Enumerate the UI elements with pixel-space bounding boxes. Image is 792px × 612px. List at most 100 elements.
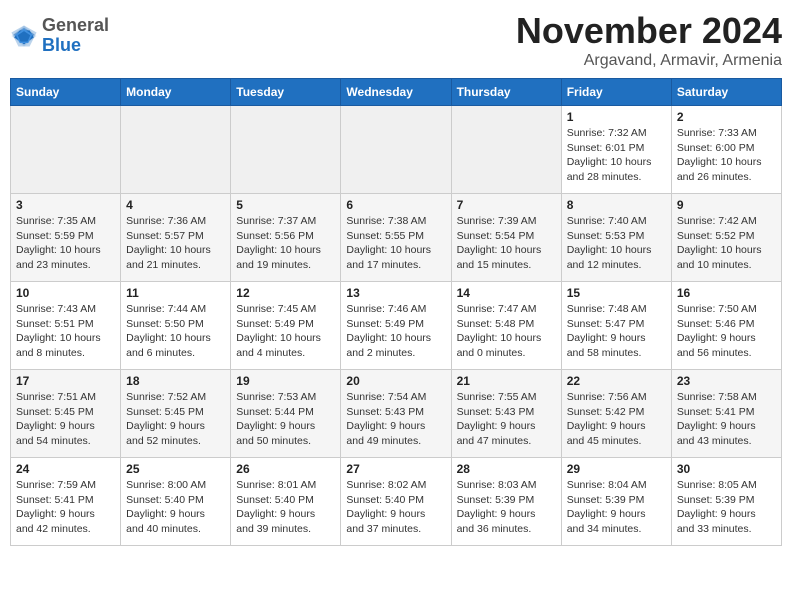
calendar-body: 1Sunrise: 7:32 AM Sunset: 6:01 PM Daylig… bbox=[11, 106, 782, 546]
calendar-cell bbox=[231, 106, 341, 194]
calendar-cell bbox=[451, 106, 561, 194]
day-info: Sunrise: 7:53 AM Sunset: 5:44 PM Dayligh… bbox=[236, 390, 335, 449]
day-info: Sunrise: 7:58 AM Sunset: 5:41 PM Dayligh… bbox=[677, 390, 776, 449]
day-info: Sunrise: 7:51 AM Sunset: 5:45 PM Dayligh… bbox=[16, 390, 115, 449]
calendar-cell: 17Sunrise: 7:51 AM Sunset: 5:45 PM Dayli… bbox=[11, 370, 121, 458]
day-info: Sunrise: 8:00 AM Sunset: 5:40 PM Dayligh… bbox=[126, 478, 225, 537]
weekday-header-wednesday: Wednesday bbox=[341, 79, 451, 106]
day-info: Sunrise: 8:03 AM Sunset: 5:39 PM Dayligh… bbox=[457, 478, 556, 537]
day-number: 19 bbox=[236, 374, 335, 388]
calendar-week-1: 1Sunrise: 7:32 AM Sunset: 6:01 PM Daylig… bbox=[11, 106, 782, 194]
day-number: 24 bbox=[16, 462, 115, 476]
calendar-table: SundayMondayTuesdayWednesdayThursdayFrid… bbox=[10, 78, 782, 546]
calendar-week-5: 24 Sunrise: 7:59 AM Sunset: 5:41 PM Dayli… bbox=[11, 458, 782, 546]
day-info: Sunrise: 8:01 AM Sunset: 5:40 PM Dayligh… bbox=[236, 478, 335, 537]
logo-text: General Blue bbox=[42, 16, 109, 56]
calendar-cell: 18 Sunrise: 7:52 AM Sunset: 5:45 PM Dayli… bbox=[121, 370, 231, 458]
calendar-cell: 11 Sunrise: 7:44 AM Sunset: 5:50 PM Dayli… bbox=[121, 282, 231, 370]
day-number: 25 bbox=[126, 462, 225, 476]
calendar-subtitle: Argavand, Armavir, Armenia bbox=[516, 52, 782, 70]
day-info: Sunrise: 7:35 AM Sunset: 5:59 PM Dayligh… bbox=[16, 214, 115, 273]
day-info: Sunrise: 7:47 AM Sunset: 5:48 PM Dayligh… bbox=[457, 302, 556, 361]
weekday-header-friday: Friday bbox=[561, 79, 671, 106]
day-info: Sunrise: 7:48 AM Sunset: 5:47 PM Dayligh… bbox=[567, 302, 666, 361]
day-info: Sunrise: 7:52 AM Sunset: 5:45 PM Dayligh… bbox=[126, 390, 225, 449]
calendar-cell bbox=[121, 106, 231, 194]
calendar-cell: 6 Sunrise: 7:38 AM Sunset: 5:55 PM Daylig… bbox=[341, 194, 451, 282]
calendar-cell: 24 Sunrise: 7:59 AM Sunset: 5:41 PM Dayli… bbox=[11, 458, 121, 546]
calendar-cell: 21 Sunrise: 7:55 AM Sunset: 5:43 PM Dayli… bbox=[451, 370, 561, 458]
day-number: 22 bbox=[567, 374, 666, 388]
weekday-header-row: SundayMondayTuesdayWednesdayThursdayFrid… bbox=[11, 79, 782, 106]
day-number: 18 bbox=[126, 374, 225, 388]
day-number: 7 bbox=[457, 198, 556, 212]
day-info: Sunrise: 7:54 AM Sunset: 5:43 PM Dayligh… bbox=[346, 390, 445, 449]
day-info: Sunrise: 7:46 AM Sunset: 5:49 PM Dayligh… bbox=[346, 302, 445, 361]
calendar-cell: 13Sunrise: 7:46 AM Sunset: 5:49 PM Dayli… bbox=[341, 282, 451, 370]
weekday-header-saturday: Saturday bbox=[671, 79, 781, 106]
day-info: Sunrise: 7:45 AM Sunset: 5:49 PM Dayligh… bbox=[236, 302, 335, 361]
day-number: 6 bbox=[346, 198, 445, 212]
day-number: 11 bbox=[126, 286, 225, 300]
day-number: 3 bbox=[16, 198, 115, 212]
day-info: Sunrise: 7:55 AM Sunset: 5:43 PM Dayligh… bbox=[457, 390, 556, 449]
weekday-header-tuesday: Tuesday bbox=[231, 79, 341, 106]
calendar-week-3: 10Sunrise: 7:43 AM Sunset: 5:51 PM Dayli… bbox=[11, 282, 782, 370]
day-info: Sunrise: 7:40 AM Sunset: 5:53 PM Dayligh… bbox=[567, 214, 666, 273]
calendar-cell: 30 Sunrise: 8:05 AM Sunset: 5:39 PM Dayli… bbox=[671, 458, 781, 546]
page-header: General Blue November 2024 Argavand, Arm… bbox=[10, 10, 782, 70]
calendar-cell: 4 Sunrise: 7:36 AM Sunset: 5:57 PM Daylig… bbox=[121, 194, 231, 282]
day-number: 1 bbox=[567, 110, 666, 124]
logo-line2: Blue bbox=[42, 36, 109, 56]
calendar-cell: 12 Sunrise: 7:45 AM Sunset: 5:49 PM Dayli… bbox=[231, 282, 341, 370]
day-number: 29 bbox=[567, 462, 666, 476]
logo-line1: General bbox=[42, 16, 109, 36]
calendar-cell: 14Sunrise: 7:47 AM Sunset: 5:48 PM Dayli… bbox=[451, 282, 561, 370]
calendar-cell: 7Sunrise: 7:39 AM Sunset: 5:54 PM Daylig… bbox=[451, 194, 561, 282]
calendar-cell: 3 Sunrise: 7:35 AM Sunset: 5:59 PM Daylig… bbox=[11, 194, 121, 282]
day-number: 15 bbox=[567, 286, 666, 300]
calendar-cell bbox=[11, 106, 121, 194]
day-number: 16 bbox=[677, 286, 776, 300]
day-info: Sunrise: 7:59 AM Sunset: 5:41 PM Dayligh… bbox=[16, 478, 115, 537]
day-number: 23 bbox=[677, 374, 776, 388]
day-info: Sunrise: 8:02 AM Sunset: 5:40 PM Dayligh… bbox=[346, 478, 445, 537]
day-info: Sunrise: 7:50 AM Sunset: 5:46 PM Dayligh… bbox=[677, 302, 776, 361]
calendar-cell: 19 Sunrise: 7:53 AM Sunset: 5:44 PM Dayli… bbox=[231, 370, 341, 458]
calendar-week-4: 17Sunrise: 7:51 AM Sunset: 5:45 PM Dayli… bbox=[11, 370, 782, 458]
calendar-cell: 26 Sunrise: 8:01 AM Sunset: 5:40 PM Dayli… bbox=[231, 458, 341, 546]
day-info: Sunrise: 7:44 AM Sunset: 5:50 PM Dayligh… bbox=[126, 302, 225, 361]
weekday-header-sunday: Sunday bbox=[11, 79, 121, 106]
day-info: Sunrise: 8:04 AM Sunset: 5:39 PM Dayligh… bbox=[567, 478, 666, 537]
day-number: 5 bbox=[236, 198, 335, 212]
title-block: November 2024 Argavand, Armavir, Armenia bbox=[516, 10, 782, 70]
calendar-cell: 10Sunrise: 7:43 AM Sunset: 5:51 PM Dayli… bbox=[11, 282, 121, 370]
calendar-cell: 28 Sunrise: 8:03 AM Sunset: 5:39 PM Dayli… bbox=[451, 458, 561, 546]
calendar-cell: 22Sunrise: 7:56 AM Sunset: 5:42 PM Dayli… bbox=[561, 370, 671, 458]
day-number: 27 bbox=[346, 462, 445, 476]
weekday-header-thursday: Thursday bbox=[451, 79, 561, 106]
day-number: 4 bbox=[126, 198, 225, 212]
calendar-cell: 23 Sunrise: 7:58 AM Sunset: 5:41 PM Dayli… bbox=[671, 370, 781, 458]
day-number: 10 bbox=[16, 286, 115, 300]
calendar-cell: 27 Sunrise: 8:02 AM Sunset: 5:40 PM Dayli… bbox=[341, 458, 451, 546]
logo-icon bbox=[10, 22, 38, 50]
calendar-cell: 5 Sunrise: 7:37 AM Sunset: 5:56 PM Daylig… bbox=[231, 194, 341, 282]
day-info: Sunrise: 7:42 AM Sunset: 5:52 PM Dayligh… bbox=[677, 214, 776, 273]
calendar-cell: 25 Sunrise: 8:00 AM Sunset: 5:40 PM Dayli… bbox=[121, 458, 231, 546]
day-info: Sunrise: 7:37 AM Sunset: 5:56 PM Dayligh… bbox=[236, 214, 335, 273]
day-number: 12 bbox=[236, 286, 335, 300]
day-info: Sunrise: 7:38 AM Sunset: 5:55 PM Dayligh… bbox=[346, 214, 445, 273]
day-number: 26 bbox=[236, 462, 335, 476]
day-number: 28 bbox=[457, 462, 556, 476]
day-number: 8 bbox=[567, 198, 666, 212]
weekday-header-monday: Monday bbox=[121, 79, 231, 106]
day-number: 21 bbox=[457, 374, 556, 388]
day-info: Sunrise: 8:05 AM Sunset: 5:39 PM Dayligh… bbox=[677, 478, 776, 537]
day-number: 30 bbox=[677, 462, 776, 476]
day-info: Sunrise: 7:36 AM Sunset: 5:57 PM Dayligh… bbox=[126, 214, 225, 273]
calendar-title: November 2024 bbox=[516, 10, 782, 52]
day-number: 9 bbox=[677, 198, 776, 212]
calendar-header: SundayMondayTuesdayWednesdayThursdayFrid… bbox=[11, 79, 782, 106]
logo: General Blue bbox=[10, 16, 109, 56]
